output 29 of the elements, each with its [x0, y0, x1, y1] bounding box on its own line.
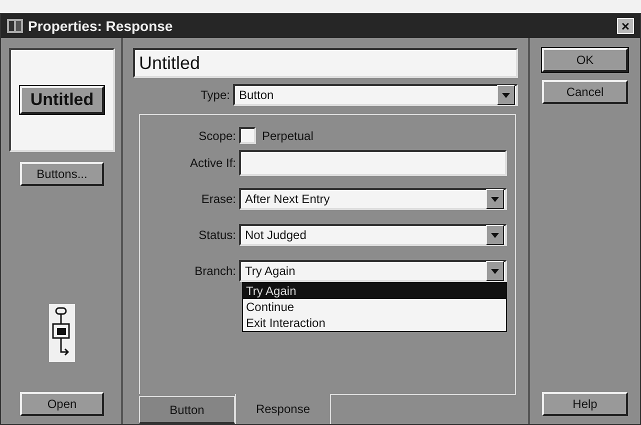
- dropdown-option[interactable]: Exit Interaction: [243, 315, 506, 331]
- dropdown-option[interactable]: Try Again: [243, 283, 506, 299]
- checkbox[interactable]: [239, 127, 256, 144]
- app-icon: [7, 19, 23, 33]
- field-label: Erase:: [200, 192, 236, 206]
- dropdown[interactable]: After Next Entry: [239, 188, 507, 210]
- buttons-button[interactable]: Buttons...: [20, 162, 104, 186]
- field-label: Scope:: [198, 128, 236, 142]
- type-dropdown[interactable]: Button: [233, 84, 518, 106]
- tab[interactable]: Response: [235, 394, 331, 424]
- dropdown[interactable]: Not Judged: [239, 224, 507, 246]
- flowchart-icon: [49, 304, 75, 362]
- dropdown[interactable]: Try Again: [239, 260, 507, 282]
- dropdown-option[interactable]: Continue: [243, 299, 506, 315]
- active-if-field[interactable]: [239, 150, 507, 176]
- preview-button[interactable]: Untitled: [20, 86, 104, 114]
- close-button[interactable]: ×: [617, 18, 634, 34]
- tab[interactable]: Button: [139, 396, 235, 424]
- field-label: Type:: [200, 88, 230, 102]
- window-title: Properties: Response: [28, 18, 174, 34]
- help-button[interactable]: Help: [542, 392, 628, 416]
- ok-button[interactable]: OK: [542, 48, 628, 72]
- title-field[interactable]: Untitled: [133, 48, 518, 78]
- checkbox-label: Perpetual: [262, 128, 314, 142]
- open-button[interactable]: Open: [20, 392, 104, 416]
- field-label: Status:: [198, 228, 236, 242]
- field-label: Branch:: [194, 264, 236, 278]
- field-label: Active If:: [188, 156, 236, 170]
- cancel-button[interactable]: Cancel: [542, 80, 628, 104]
